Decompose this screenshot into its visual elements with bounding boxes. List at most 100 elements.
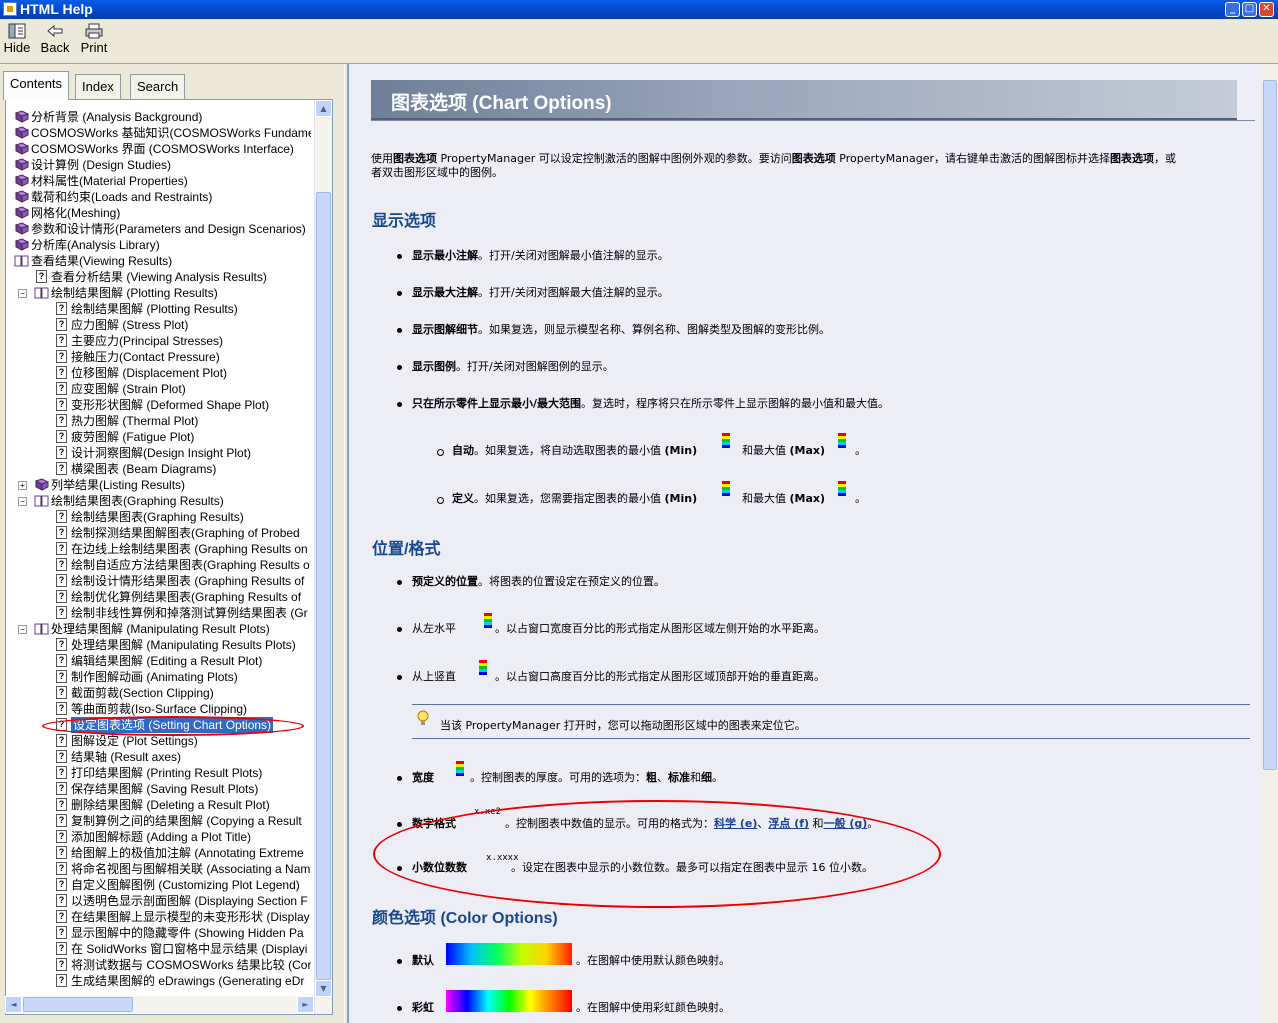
item-term: 彩虹 <box>412 1001 434 1014</box>
tree-item[interactable]: ? 接触压力(Contact Pressure) <box>8 349 311 365</box>
tree-item[interactable]: − 绘制结果图表(Graphing Results) <box>8 493 311 509</box>
tree-item[interactable]: ? 在边线上绘制结果图表 (Graphing Results on <box>8 541 311 557</box>
scroll-down-arrow[interactable]: ▼ <box>315 980 332 997</box>
tree-item[interactable]: ? 结果轴 (Result axes) <box>8 749 311 765</box>
tree-item[interactable]: ? 删除结果图解 (Deleting a Result Plot) <box>8 797 311 813</box>
tree-item[interactable]: 参数和设计情形(Parameters and Design Scenarios) <box>8 221 311 237</box>
tree-item[interactable]: ? 绘制探测结果图解图表(Graphing of Probed <box>8 525 311 541</box>
minimize-button[interactable]: _ <box>1225 2 1240 17</box>
define-option: 定义。如果复选，您需要指定图表的最小值 (Min) <box>452 492 697 506</box>
tree-item-label: 打印结果图解 (Printing Result Plots) <box>71 766 263 780</box>
tree-item[interactable]: ? 将命名视图与图解相关联 (Associating a Nam <box>8 861 311 877</box>
tree-item-label: 截面剪裁(Section Clipping) <box>71 686 214 700</box>
tree-item[interactable]: ? 编辑结果图解 (Editing a Result Plot) <box>8 653 311 669</box>
scroll-left-arrow[interactable]: ◄ <box>5 996 22 1013</box>
tree-item[interactable]: ? 自定义图解图例 (Customizing Plot Legend) <box>8 877 311 893</box>
tree-item[interactable]: ? 绘制结果图解 (Plotting Results) <box>8 301 311 317</box>
tree-hscroll-thumb[interactable] <box>23 997 133 1012</box>
tree-item[interactable]: 分析背景 (Analysis Background) <box>8 109 311 125</box>
hide-label: Hide <box>3 40 31 55</box>
tree-item[interactable]: ? 绘制设计情形结果图表 (Graphing Results of <box>8 573 311 589</box>
from-left-item-text: 。以占窗口宽度百分比的形式指定从图形区域左侧开始的水平距离。 <box>495 622 825 635</box>
tree-item[interactable]: 查看结果(Viewing Results) <box>8 253 311 269</box>
item-text: 。控制图表的厚度。可用的选项为： <box>470 771 646 784</box>
define-option-max: 和最大值 (Max) <box>742 492 825 506</box>
tree-item[interactable]: ? 截面剪裁(Section Clipping) <box>8 685 311 701</box>
tree-item[interactable]: ? 处理结果图解 (Manipulating Results Plots) <box>8 637 311 653</box>
content-vertical-scrollbar[interactable] <box>1262 64 1278 1023</box>
collapse-icon[interactable]: − <box>18 497 27 506</box>
content-scroll-thumb[interactable] <box>1263 80 1277 770</box>
tree-item[interactable]: ? 热力图解 (Thermal Plot) <box>8 413 311 429</box>
tree-scroll-thumb[interactable] <box>316 192 331 980</box>
scroll-up-arrow[interactable]: ▲ <box>315 100 332 117</box>
tab-search[interactable]: Search <box>130 74 186 99</box>
tree-item[interactable]: ? 制作图解动画 (Animating Plots) <box>8 669 311 685</box>
tree-item[interactable]: 网格化(Meshing) <box>8 205 311 221</box>
tree-item[interactable]: ? 等曲面剪裁(Iso-Surface Clipping) <box>8 701 311 717</box>
min-legend-icon <box>719 481 730 499</box>
tree-item-label: 以透明色显示剖面图解 (Displaying Section F <box>71 894 308 908</box>
tree-item[interactable]: ? 打印结果图解 (Printing Result Plots) <box>8 765 311 781</box>
tree-item[interactable]: ? 生成结果图解的 eDrawings (Generating eDr <box>8 973 311 989</box>
tree-item[interactable]: 分析库(Analysis Library) <box>8 237 311 253</box>
closed-book-icon <box>34 478 49 491</box>
tree-item[interactable]: ? 主要应力(Principal Stresses) <box>8 333 311 349</box>
tree-horizontal-scrollbar[interactable]: ◄ ► <box>5 996 314 1013</box>
maximize-button[interactable]: □ <box>1242 2 1257 17</box>
tree-item[interactable]: ? 添加图解标题 (Adding a Plot Title) <box>8 829 311 845</box>
collapse-icon[interactable]: − <box>18 625 27 634</box>
intro-term: 图表选项 <box>1110 152 1155 165</box>
collapse-icon[interactable]: − <box>18 289 27 298</box>
tree-item[interactable]: ? 复制算例之间的结果图解 (Copying a Result <box>8 813 311 829</box>
tree-item[interactable]: ? 横梁图表 (Beam Diagrams) <box>8 461 311 477</box>
tree-item[interactable]: ? 保存结果图解 (Saving Result Plots) <box>8 781 311 797</box>
tree-item[interactable]: ? 将测试数据与 COSMOSWorks 结果比较 (Cor <box>8 957 311 973</box>
tree-item[interactable]: ? 显示图解中的隐藏零件 (Showing Hidden Pa <box>8 925 311 941</box>
close-button[interactable]: ✕ <box>1259 2 1274 17</box>
option-thin: 细 <box>701 771 712 784</box>
tree-item[interactable]: − 绘制结果图解 (Plotting Results) <box>8 285 311 301</box>
tree-item[interactable]: 设计算例 (Design Studies) <box>8 157 311 173</box>
tree-item[interactable]: ? 应力图解 (Stress Plot) <box>8 317 311 333</box>
tree-item[interactable]: ? 以透明色显示剖面图解 (Displaying Section F <box>8 893 311 909</box>
tree-item[interactable]: ? 查看分析结果 (Viewing Analysis Results) <box>8 269 311 285</box>
tree-item[interactable]: ? 设计洞察图解(Design Insight Plot) <box>8 445 311 461</box>
back-button[interactable]: Back <box>36 21 74 61</box>
tree-item[interactable]: COSMOSWorks 界面 (COSMOSWorks Interface) <box>8 141 311 157</box>
tree-item[interactable]: ? 绘制优化算例结果图表(Graphing Results of <box>8 589 311 605</box>
closed-book-icon <box>14 206 29 219</box>
intro-text: ，或 <box>1154 152 1177 165</box>
closed-book-icon <box>14 158 29 171</box>
tree-item[interactable]: 材料属性(Material Properties) <box>8 173 311 189</box>
expand-icon[interactable]: + <box>18 481 27 490</box>
annotation-ellipse-selected <box>42 716 304 736</box>
tree-item[interactable]: COSMOSWorks 基础知识(COSMOSWorks Fundame <box>8 125 311 141</box>
from-left-item-term: 从左水平 <box>412 622 456 635</box>
tree-item[interactable]: ? 位移图解 (Displacement Plot) <box>8 365 311 381</box>
tree-item[interactable]: ? 在结果图解上显示模型的未变形形状 (Display <box>8 909 311 925</box>
bullet <box>397 291 402 296</box>
print-button[interactable]: Print <box>76 21 112 61</box>
display-option-item: 显示图例。打开/关闭对图解图例的显示。 <box>412 360 614 374</box>
tree-item[interactable]: ? 绘制自适应方法结果图表(Graphing Results o <box>8 557 311 573</box>
tree-list: 分析背景 (Analysis Background) COSMOSWorks 基础… <box>8 109 311 989</box>
tree-item[interactable]: ? 变形形状图解 (Deformed Shape Plot) <box>8 397 311 413</box>
tab-index[interactable]: Index <box>75 74 121 99</box>
hide-button[interactable]: Hide <box>2 21 32 61</box>
tree-item[interactable]: − 处理结果图解 (Manipulating Result Plots) <box>8 621 311 637</box>
tree-item[interactable]: ? 在 SolidWorks 窗口窗格中显示结果 (Displayi <box>8 941 311 957</box>
tree-item[interactable]: + 列举结果(Listing Results) <box>8 477 311 493</box>
tab-contents[interactable]: Contents <box>3 71 70 100</box>
help-page-icon: ? <box>56 958 67 971</box>
tree-vertical-scrollbar[interactable]: ▲ ▼ <box>314 100 332 1014</box>
tree-item[interactable]: 载荷和约束(Loads and Restraints) <box>8 189 311 205</box>
tree-item[interactable]: ? 给图解上的极值加注解 (Annotating Extreme <box>8 845 311 861</box>
auto-option-max: 和最大值 (Max) <box>742 444 825 458</box>
tree-item[interactable]: ? 应变图解 (Strain Plot) <box>8 381 311 397</box>
tree-item-label: 查看结果(Viewing Results) <box>31 254 173 268</box>
tree-item[interactable]: ? 绘制结果图表(Graphing Results) <box>8 509 311 525</box>
scroll-right-arrow[interactable]: ► <box>297 996 314 1013</box>
tree-item[interactable]: ? 疲劳图解 (Fatigue Plot) <box>8 429 311 445</box>
tree-item[interactable]: ? 绘制非线性算例和掉落测试算例结果图表 (Gr <box>8 605 311 621</box>
